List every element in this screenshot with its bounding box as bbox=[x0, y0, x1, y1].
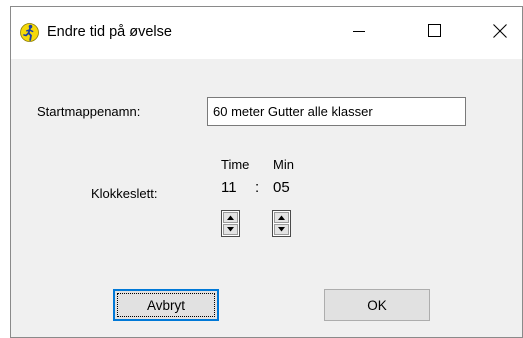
min-header-label: Min bbox=[273, 157, 294, 172]
klokkeslett-label: Klokkeslett: bbox=[91, 186, 158, 201]
close-icon bbox=[493, 23, 507, 43]
ok-button[interactable]: OK bbox=[324, 289, 430, 321]
minute-up-button[interactable] bbox=[274, 212, 289, 223]
arrow-down-icon bbox=[278, 227, 285, 232]
minute-value[interactable]: 05 bbox=[273, 179, 290, 196]
running-person-icon bbox=[20, 23, 39, 42]
focus-rectangle bbox=[117, 293, 215, 317]
startmappenamn-label: Startmappenamn: bbox=[37, 104, 141, 119]
minimize-button[interactable] bbox=[336, 7, 382, 59]
minute-down-button[interactable] bbox=[274, 224, 289, 235]
minimize-icon bbox=[353, 24, 365, 42]
maximize-button[interactable] bbox=[411, 7, 457, 59]
arrow-up-icon bbox=[278, 215, 285, 220]
ok-button-label: OK bbox=[367, 297, 387, 313]
hour-down-button[interactable] bbox=[223, 224, 238, 235]
maximize-icon bbox=[427, 24, 441, 42]
dialog-window: Endre tid på øvelse Startmappenamn: 60 m… bbox=[10, 6, 523, 338]
cancel-button[interactable]: Avbryt bbox=[113, 289, 219, 321]
close-button[interactable] bbox=[477, 7, 523, 59]
time-separator: : bbox=[255, 179, 260, 196]
hour-value[interactable]: 11 bbox=[221, 179, 237, 196]
minute-spinner[interactable] bbox=[272, 210, 291, 237]
arrow-up-icon bbox=[227, 215, 234, 220]
startmappenamn-field[interactable]: 60 meter Gutter alle klasser bbox=[207, 97, 466, 126]
hour-up-button[interactable] bbox=[223, 212, 238, 223]
title-bar[interactable]: Endre tid på øvelse bbox=[11, 7, 522, 59]
time-header-label: Time bbox=[221, 157, 250, 172]
window-title: Endre tid på øvelse bbox=[47, 24, 172, 40]
hour-spinner[interactable] bbox=[221, 210, 240, 237]
arrow-down-icon bbox=[227, 227, 234, 232]
